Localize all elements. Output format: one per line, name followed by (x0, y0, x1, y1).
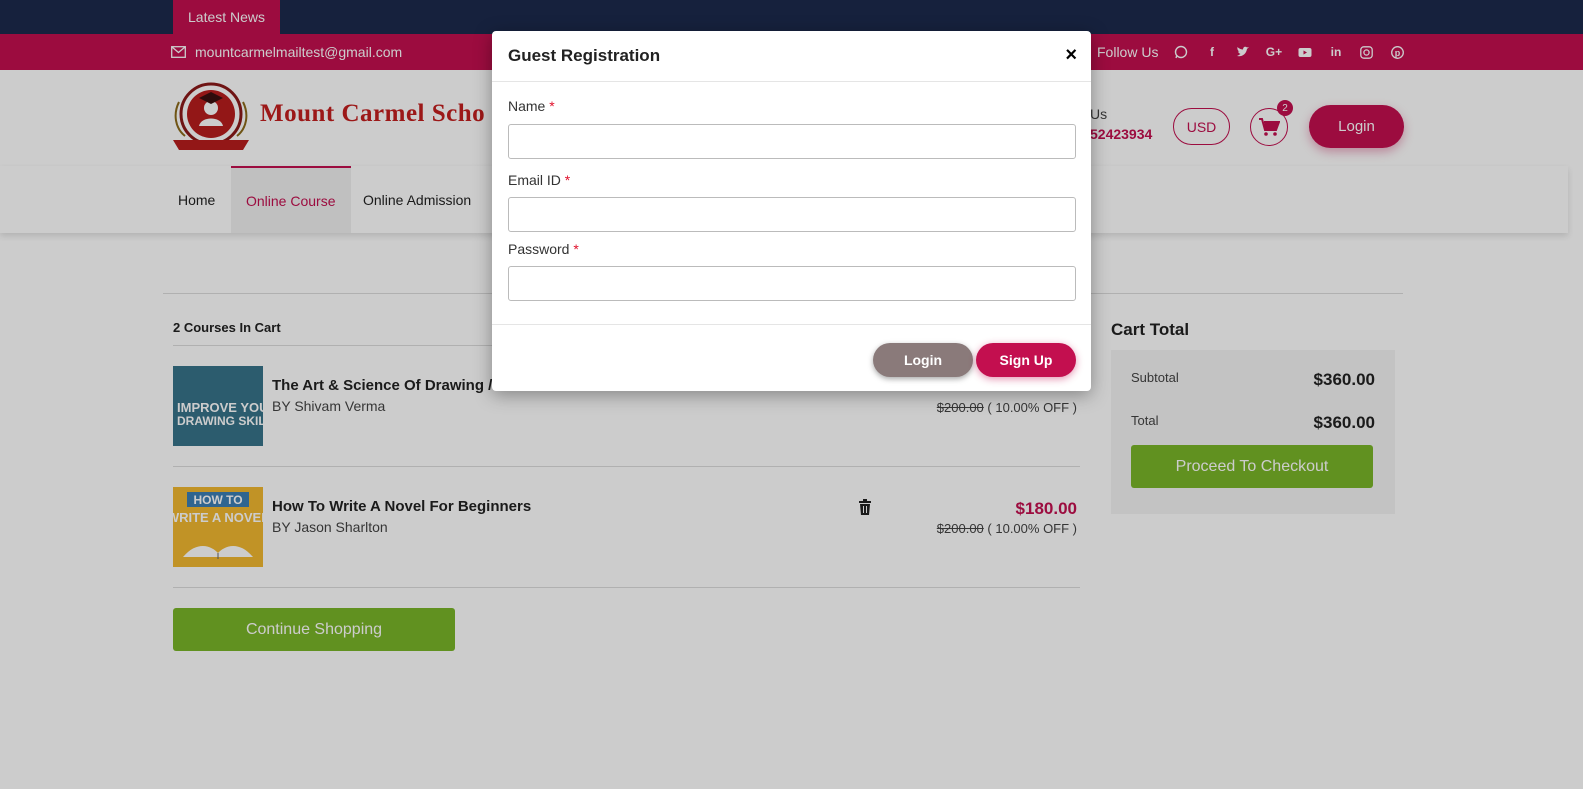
modal-login-button[interactable]: Login (873, 343, 973, 377)
required-mark: * (573, 241, 579, 257)
email-label: Email ID * (508, 172, 570, 188)
close-icon[interactable]: × (1065, 44, 1077, 67)
email-input[interactable] (508, 197, 1076, 232)
sign-up-button[interactable]: Sign Up (976, 343, 1076, 377)
name-label-text: Name (508, 98, 546, 114)
name-input[interactable] (508, 124, 1076, 159)
password-input[interactable] (508, 266, 1076, 301)
required-mark: * (564, 172, 571, 188)
required-mark: * (549, 98, 555, 114)
password-label-text: Password (508, 241, 570, 257)
modal-footer-divider (492, 324, 1091, 325)
guest-registration-modal: Guest Registration × Name * Email ID * P… (492, 31, 1091, 391)
name-label: Name * (508, 98, 555, 114)
modal-header: Guest Registration × (492, 31, 1091, 82)
password-label: Password * (508, 241, 579, 257)
email-label-text: Email ID (508, 172, 561, 188)
modal-title: Guest Registration (508, 46, 661, 65)
